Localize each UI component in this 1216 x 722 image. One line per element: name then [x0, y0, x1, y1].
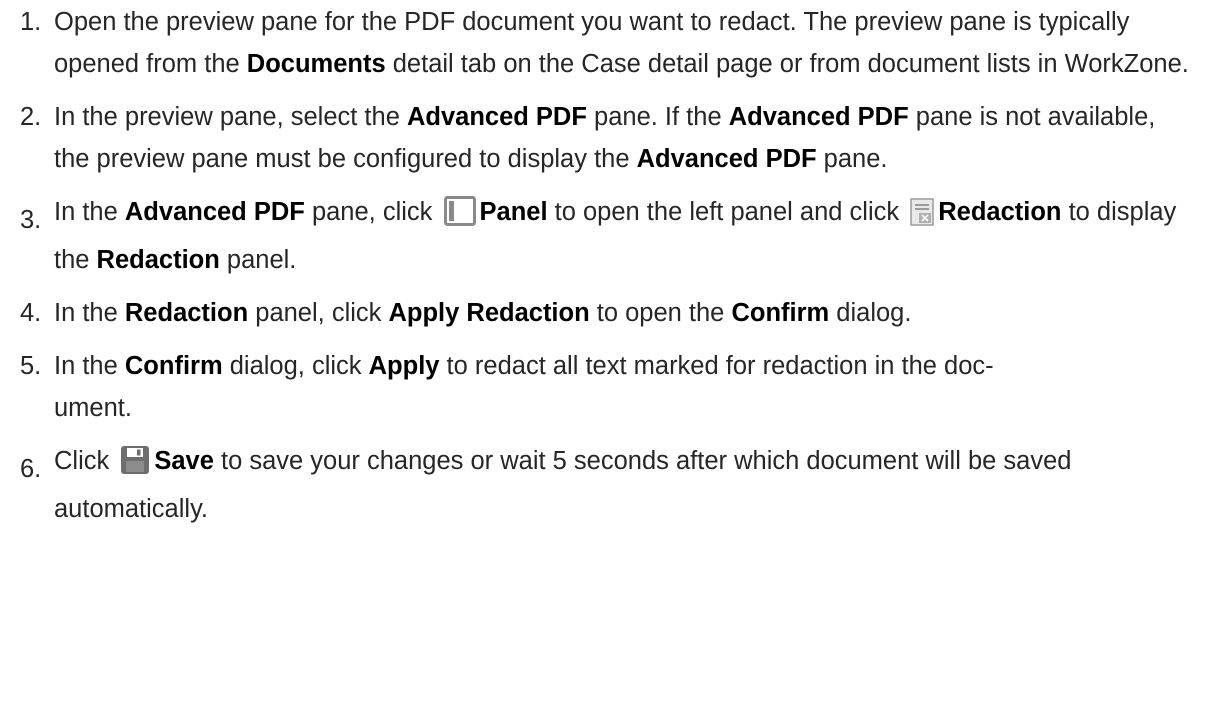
instruction-steps: 1. Open the preview pane for the PDF doc…: [0, 1, 1190, 541]
text-run: to open the: [589, 299, 732, 327]
ui-term: Panel: [479, 198, 548, 226]
step-2: 2. In the preview pane, select the Advan…: [0, 96, 1190, 180]
step-number: 6.: [20, 455, 42, 483]
text-run: pane, click: [304, 198, 440, 226]
step-text: In the Confirm dialog, click Apply to re…: [54, 352, 994, 422]
ui-term: Advanced PDF: [406, 103, 587, 131]
ui-term: Documents: [246, 50, 386, 78]
step-number: 1.: [20, 8, 42, 36]
ui-term: Redaction: [124, 299, 249, 327]
redaction-icon: [910, 197, 934, 239]
step-number: 3.: [20, 206, 42, 234]
text-run: detail tab on the Case detail page or fr…: [385, 50, 1189, 78]
ui-term: Advanced PDF: [124, 198, 305, 226]
text-run: In the: [54, 198, 125, 226]
text-run: panel.: [219, 246, 297, 274]
step-4: 4. In the Redaction panel, click Apply R…: [0, 292, 1190, 334]
step-text: Open the preview pane for the PDF docume…: [54, 8, 1189, 78]
save-icon: [120, 445, 150, 488]
step-5: 5. In the Confirm dialog, click Apply to…: [0, 345, 1190, 429]
ui-term: Redaction: [938, 198, 1062, 226]
step-text: In the Advanced PDF pane, click Panel to…: [54, 196, 1176, 274]
text-run: Click: [54, 447, 117, 475]
ui-term: Redaction: [96, 246, 220, 274]
text-run: to open the left panel and click: [547, 198, 907, 226]
ui-term: Confirm: [731, 299, 830, 327]
text-run: In the: [54, 352, 125, 380]
step-number: 5.: [20, 352, 42, 380]
text-run: ument.: [54, 394, 132, 422]
text-run: to redact all text marked for redaction …: [439, 352, 994, 380]
step-text: Click Save to save your changes or wait …: [54, 445, 1071, 523]
ui-term: Save: [154, 447, 214, 475]
step-6: 6. Click Save to save your changes or wa…: [0, 440, 1190, 530]
text-run: pane.: [816, 145, 888, 173]
step-text: In the preview pane, select the Advanced…: [54, 103, 1155, 173]
step-1: 1. Open the preview pane for the PDF doc…: [0, 1, 1190, 85]
step-number: 2.: [20, 103, 42, 131]
text-run: pane. If the: [586, 103, 729, 131]
text-run: In the preview pane, select the: [54, 103, 407, 131]
text-run: dialog.: [829, 299, 912, 327]
ui-term: Apply Redaction: [388, 299, 590, 327]
panel-icon: [443, 196, 476, 239]
ui-term: Advanced PDF: [636, 145, 817, 173]
step-3: 3. In the Advanced PDF pane, click Panel…: [0, 191, 1190, 281]
text-run: panel, click: [248, 299, 389, 327]
ui-term: Apply: [368, 352, 440, 380]
step-text: In the Redaction panel, click Apply Reda…: [54, 299, 911, 327]
text-run: In the: [54, 299, 125, 327]
text-run: dialog, click: [222, 352, 369, 380]
ui-term: Advanced PDF: [728, 103, 909, 131]
step-number: 4.: [20, 299, 42, 327]
ui-term: Confirm: [124, 352, 223, 380]
